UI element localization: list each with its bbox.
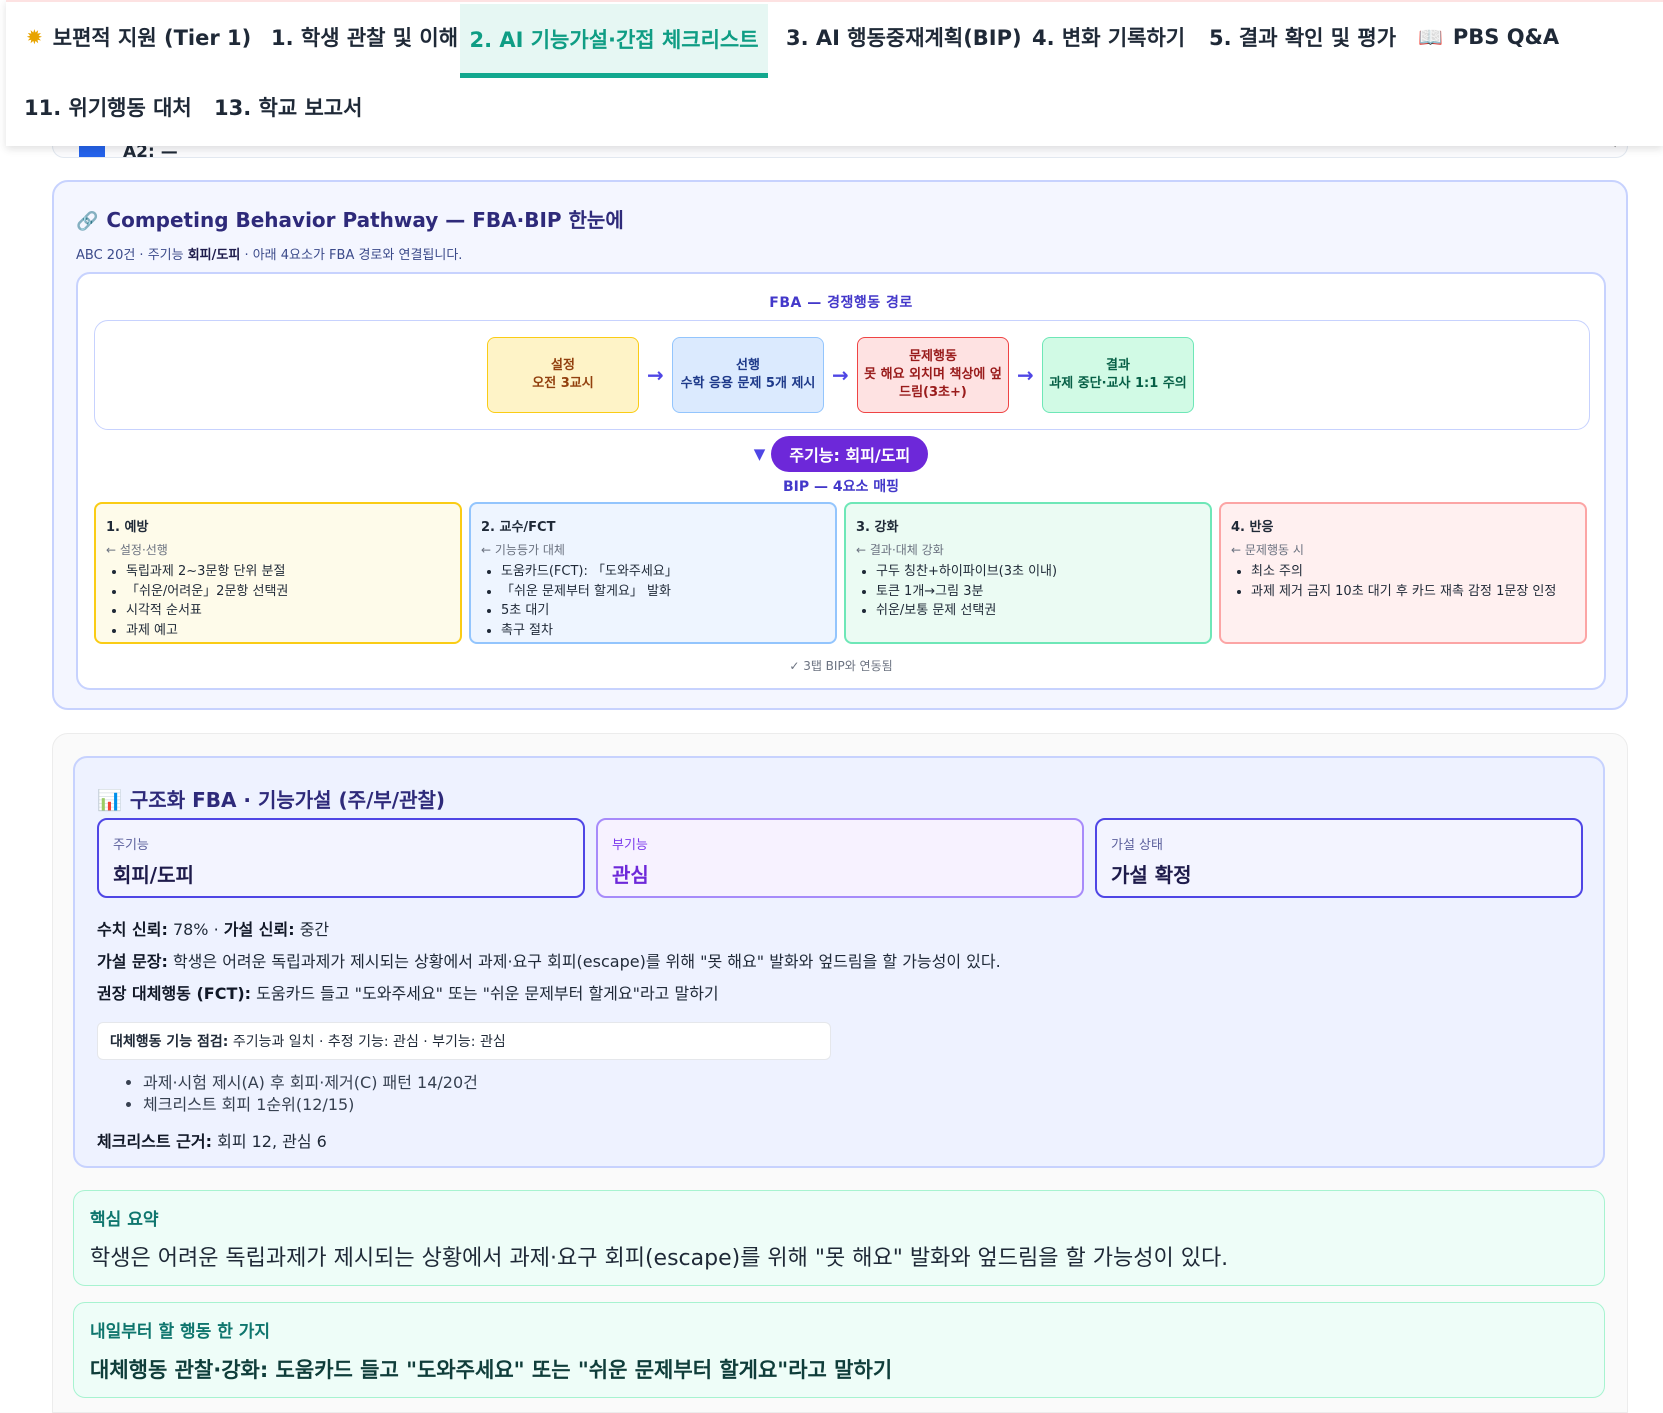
pathway-diagram: FBA — 경쟁행동 경로 설정 오전 3교시 → 선행 수학 응용 문제 5개… [76,272,1606,690]
replacement-function-check: 대체행동 기능 점검: 주기능과 일치 · 추정 기능: 관심 · 부기능: 관… [97,1022,831,1060]
pathway-card: 🔗 Competing Behavior Pathway — FBA·BIP 한눈… [52,180,1628,710]
fba-chain: 설정 오전 3교시 → 선행 수학 응용 문제 5개 제시 → 문제행동 못 해… [94,320,1590,430]
fba-hypothesis-card: 📊 구조화 FBA · 기능가설 (주/부/관찰) 주기능 회피/도피 부기능 관… [73,756,1605,1168]
node-antecedent: 선행 수학 응용 문제 5개 제시 [672,337,824,413]
tab-crisis[interactable]: 11. 위기행동 대처 [24,72,192,142]
tab-ai-checklist[interactable]: 2. AI 기능가설·간접 체크리스트 [460,4,768,78]
list-item: 도움카드(FCT): 「도와주세요」 [501,562,825,582]
key-summary-card: 핵심 요약 학생은 어려운 독립과제가 제시되는 상황에서 과제·요구 회피(e… [73,1190,1605,1286]
fba-section: 📊 구조화 FBA · 기능가설 (주/부/관찰) 주기능 회피/도피 부기능 관… [52,733,1628,1413]
tab-record-change[interactable]: 4. 변화 기록하기 [1032,2,1185,72]
arrow-right-icon: → [832,363,849,387]
tab-bip[interactable]: 3. AI 행동중재계획(BIP) [786,2,1022,72]
tab-school-report[interactable]: 13. 학교 보고서 [214,72,362,142]
node-consequence: 결과 과제 중단·교사 1:1 주의 [1042,337,1194,413]
node-setting: 설정 오전 3교시 [487,337,639,413]
fba-label: FBA — 경쟁행동 경로 [769,295,913,311]
book-icon: 📖 [1418,25,1443,49]
list-item: 구두 칭찬+하이파이브(3초 이내) [876,562,1200,582]
sync-note: ✓ 3탭 BIP와 연동됨 [789,659,893,673]
function-pill: 주기능: 회피/도피 [771,436,929,472]
stat-hypothesis-status: 가설 상태 가설 확정 [1095,818,1583,898]
list-item: 최소 주의 [1251,562,1575,582]
tab-pbs-qa[interactable]: 📖 PBS Q&A [1418,2,1559,72]
list-item: 5초 대기 [501,601,825,621]
checklist-evidence: 체크리스트 근거: 회피 12, 관심 6 [97,1132,327,1151]
sun-icon: ✹ [26,25,43,49]
bar-chart-icon: 📊 [97,788,122,812]
bip-card-teaching: 2. 교수/FCT ← 기능등가 대체 도움카드(FCT): 「도와주세요」 「… [469,502,837,644]
triangle-down-icon: ▼ [753,445,766,463]
list-item: 「쉬운/어려운」2문항 선택권 [126,582,450,602]
tab-evaluation[interactable]: 5. 결과 확인 및 평가 [1209,2,1396,72]
tab-observation[interactable]: 1. 학생 관찰 및 이해 [271,2,458,72]
list-item: 촉구 절차 [501,621,825,641]
list-item: 「쉬운 문제부터 할게요」 발화 [501,582,825,602]
link-icon: 🔗 [76,211,99,232]
tab-bar: ✹ 보편적 지원 (Tier 1) 1. 학생 관찰 및 이해 2. AI 기능… [6,0,1663,146]
list-item: 독립과제 2~3문항 단위 분절 [126,562,450,582]
stat-secondary-function: 부기능 관심 [596,818,1084,898]
bip-card-reinforcement: 3. 강화 ← 결과·대체 강화 구두 칭찬+하이파이브(3초 이내) 토큰 1… [844,502,1212,644]
pathway-title: 🔗 Competing Behavior Pathway — FBA·BIP 한눈… [76,208,624,232]
bip-card-response: 4. 반응 ← 문제행동 시 최소 주의 과제 제거 금지 10초 대기 후 카… [1219,502,1587,644]
fba-card-title: 📊 구조화 FBA · 기능가설 (주/부/관찰) [97,788,446,812]
recommended-fct: 권장 대체행동 (FCT): 도움카드 들고 "도와주세요" 또는 "쉬운 문제… [97,984,719,1003]
tab-tier1[interactable]: ✹ 보편적 지원 (Tier 1) [26,2,251,72]
function-row: ▼ 주기능: 회피/도피 [78,436,1604,472]
list-item: 과제·시험 제시(A) 후 회피·제거(C) 패턴 14/20건 [143,1072,478,1094]
arrow-right-icon: → [647,363,664,387]
evidence-list: 과제·시험 제시(A) 후 회피·제거(C) 패턴 14/20건 체크리스트 회… [123,1072,478,1116]
list-item: 과제 예고 [126,621,450,641]
stat-primary-function: 주기능 회피/도피 [97,818,585,898]
bip-label: BIP — 4요소 매핑 [782,479,900,495]
list-item: 체크리스트 회피 1순위(12/15) [143,1094,478,1116]
confidence-line: 수치 신뢰: 78% · 가설 신뢰: 중간 [97,920,330,939]
node-problem-behavior: 문제행동 못 해요 외치며 책상에 엎드림(3초+) [857,337,1009,413]
list-item: 과제 제거 금지 10초 대기 후 카드 재촉 감정 1문장 인정 [1251,582,1575,602]
pathway-subtitle: ABC 20건 · 주기능 회피/도피 · 아래 4요소가 FBA 경로와 연결… [76,248,463,263]
list-item: 쉬운/보통 문제 선택권 [876,601,1200,621]
list-item: 시각적 순서표 [126,601,450,621]
next-action-card: 내일부터 할 행동 한 가지 대체행동 관찰·강화: 도움카드 들고 "도와주세… [73,1302,1605,1398]
arrow-right-icon: → [1017,363,1034,387]
list-item: 토큰 1개→그림 3분 [876,582,1200,602]
bip-card-prevention: 1. 예방 ← 설정·선행 독립과제 2~3문항 단위 분절 「쉬운/어려운」2… [94,502,462,644]
hypothesis-statement: 가설 문장: 학생은 어려운 독립과제가 제시되는 상황에서 과제·요구 회피(… [97,952,1001,971]
